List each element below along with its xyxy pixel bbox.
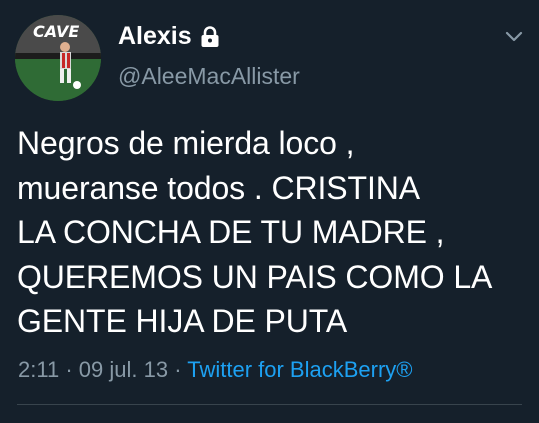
tweet-card: CAVE Alexis @AleeMacAllister Negros de m…	[0, 0, 539, 423]
tweet-text-line: mueranse todos . CRISTINA	[17, 169, 420, 206]
avatar-image: CAVE	[15, 15, 101, 101]
tweet-source-link[interactable]: Twitter for BlackBerry®	[187, 357, 412, 382]
author-display-name[interactable]: Alexis	[118, 22, 192, 51]
tweet-date[interactable]: 09 jul. 13	[79, 357, 168, 382]
chevron-down-icon[interactable]	[504, 30, 524, 44]
tweet-text: Negros de mierda loco , mueranse todos .…	[17, 121, 522, 344]
tweet-time[interactable]: 2:11	[18, 357, 59, 382]
divider	[17, 404, 522, 405]
meta-separator: ·	[65, 357, 73, 382]
meta-separator: ·	[174, 357, 182, 382]
tweet-text-line: GENTE HIJA DE PUTA	[17, 303, 348, 339]
tweet-text-line: Negros de mierda loco ,	[17, 125, 355, 161]
avatar[interactable]: CAVE	[15, 15, 101, 101]
tweet-metadata: 2:11 · 09 jul. 13 · Twitter for BlackBer…	[18, 357, 413, 383]
avatar-logo-text: CAVE	[33, 22, 79, 41]
lock-icon	[201, 25, 219, 47]
tweet-text-line: LA CONCHA DE TU MADRE ,	[17, 214, 445, 250]
tweet-text-line: QUEREMOS UN PAIS COMO LA	[17, 258, 493, 295]
author-name-row[interactable]: Alexis	[118, 22, 220, 51]
author-handle[interactable]: @AleeMacAllister	[118, 63, 300, 90]
